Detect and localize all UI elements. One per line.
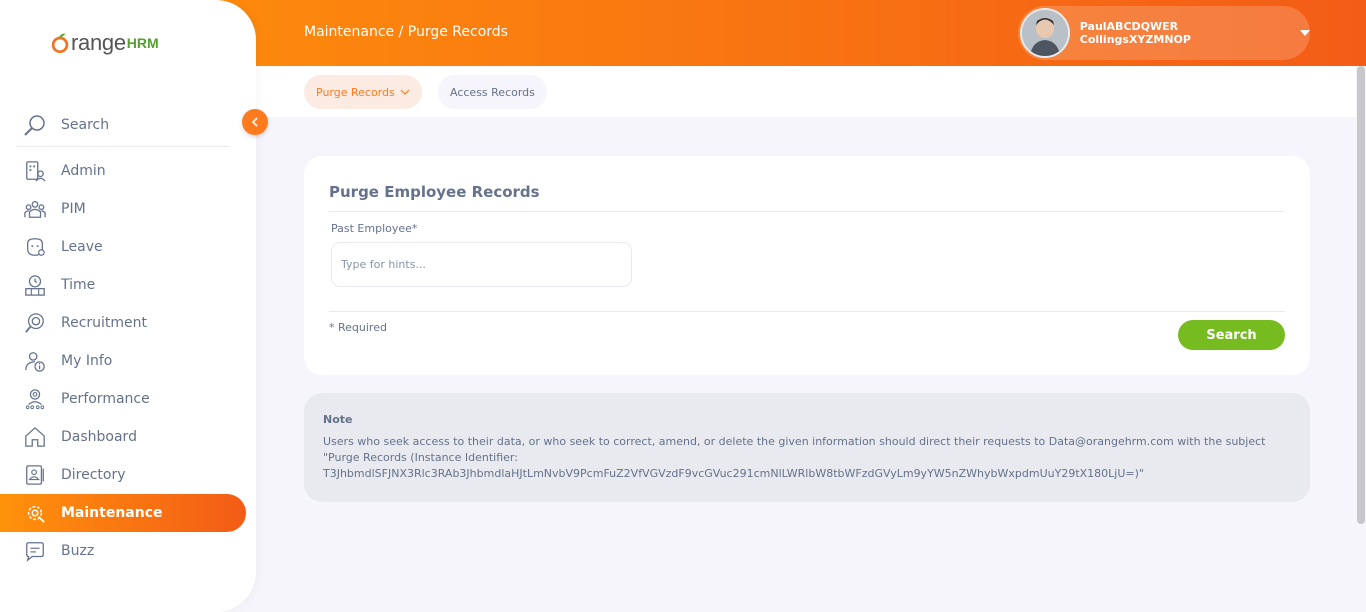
sidebar: range HRM Search Admin PIM Leave Time Re… <box>0 0 256 612</box>
sidebar-item-dashboard[interactable]: Dashboard <box>0 418 256 456</box>
page-scrollbar[interactable] <box>1356 66 1366 612</box>
sidebar-item-leave[interactable]: Leave <box>0 228 256 266</box>
sidebar-item-label: Recruitment <box>61 315 148 331</box>
tab-access-records-label: Access Records <box>450 85 535 99</box>
directory-icon <box>23 463 47 487</box>
note-panel: Note Users who seek access to their data… <box>304 393 1310 502</box>
sidebar-item-time[interactable]: Time <box>0 266 256 304</box>
sidebar-item-admin[interactable]: Admin <box>0 152 256 190</box>
purge-form-card: Purge Employee Records Past Employee* * … <box>304 156 1310 375</box>
sidebar-item-my-info[interactable]: My Info <box>0 342 256 380</box>
buzz-icon <box>23 539 47 563</box>
user-dropdown[interactable]: PaulABCDQWER CollingsXYZMNOP <box>1018 6 1310 60</box>
sidebar-item-label: Buzz <box>61 543 95 559</box>
chevron-down-icon <box>400 89 410 95</box>
dashboard-icon <box>23 425 47 449</box>
tab-purge-records[interactable]: Purge Records <box>304 75 422 109</box>
sidebar-item-recruitment[interactable]: Recruitment <box>0 304 256 342</box>
note-text: Users who seek access to their data, or … <box>323 435 1266 480</box>
sidebar-item-directory[interactable]: Directory <box>0 456 256 494</box>
sidebar-item-buzz[interactable]: Buzz <box>0 532 256 570</box>
sidebar-collapse-button[interactable] <box>242 109 268 135</box>
caret-down-icon <box>1300 30 1310 36</box>
user-name: PaulABCDQWER CollingsXYZMNOP <box>1079 20 1191 46</box>
brand-logo: range HRM <box>50 30 159 56</box>
sidebar-item-label: Performance <box>61 391 150 407</box>
tab-access-records[interactable]: Access Records <box>438 75 547 109</box>
brand-suffix: HRM <box>126 35 159 51</box>
sidebar-item-performance[interactable]: Performance <box>0 380 256 418</box>
sidebar-item-label: Admin <box>61 163 106 179</box>
orange-logo-icon <box>51 33 69 54</box>
sidebar-item-maintenance[interactable]: Maintenance <box>0 494 246 532</box>
divider <box>329 211 1285 212</box>
sidebar-item-label: PIM <box>61 201 86 217</box>
sidebar-item-label: Time <box>61 277 96 293</box>
admin-icon <box>23 159 47 183</box>
user-avatar <box>1020 8 1070 58</box>
sidebar-item-label: My Info <box>61 353 113 369</box>
sidebar-search-label: Search <box>61 117 110 133</box>
time-icon <box>23 273 47 297</box>
required-note: * Required <box>329 321 387 334</box>
sidebar-item-label: Dashboard <box>61 429 137 445</box>
sidebar-search[interactable]: Search <box>16 104 230 147</box>
divider <box>329 311 1285 312</box>
search-button[interactable]: Search <box>1178 320 1285 350</box>
past-employee-input[interactable] <box>331 242 632 287</box>
sidebar-nav: Admin PIM Leave Time Recruitment My Info… <box>0 152 256 570</box>
tabs-bar: Purge Records Access Records <box>256 66 1356 117</box>
pim-icon <box>23 197 47 221</box>
scrollbar-thumb[interactable] <box>1357 66 1365 524</box>
sidebar-item-pim[interactable]: PIM <box>0 190 256 228</box>
note-title: Note <box>323 413 353 426</box>
brand-name: range <box>71 30 126 55</box>
search-icon <box>24 115 45 136</box>
recruitment-icon <box>23 311 47 335</box>
breadcrumb: Maintenance / Purge Records <box>304 24 508 40</box>
sidebar-item-label: Maintenance <box>61 505 163 521</box>
maintenance-icon <box>23 501 47 525</box>
performance-icon <box>23 387 47 411</box>
sidebar-item-label: Directory <box>61 467 126 483</box>
sidebar-item-label: Leave <box>61 239 103 255</box>
tab-purge-records-label: Purge Records <box>316 85 395 99</box>
my-info-icon <box>23 349 47 373</box>
past-employee-label: Past Employee* <box>331 222 418 235</box>
form-title: Purge Employee Records <box>329 183 540 201</box>
chevron-left-icon <box>251 117 258 127</box>
leave-icon <box>23 235 47 259</box>
